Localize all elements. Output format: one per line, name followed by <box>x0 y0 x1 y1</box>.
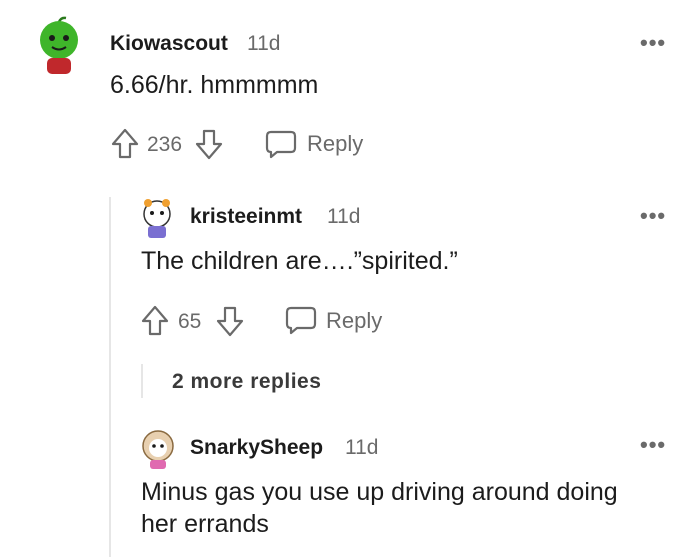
comment-body: her errands <box>141 510 269 538</box>
downvote-icon[interactable] <box>216 305 244 337</box>
comment-body: Minus gas you use up driving around doin… <box>141 478 618 506</box>
thread-line-nested[interactable] <box>141 364 143 398</box>
avatar[interactable] <box>140 428 176 470</box>
comment-timestamp[interactable]: 11d <box>327 205 360 229</box>
reply-button[interactable]: Reply <box>307 131 363 157</box>
reply-icon[interactable] <box>265 129 297 159</box>
thread-line-main[interactable] <box>109 197 111 557</box>
avatar[interactable] <box>37 16 81 76</box>
avatar[interactable] <box>140 197 174 239</box>
downvote-icon[interactable] <box>195 128 223 160</box>
upvote-icon[interactable] <box>111 128 139 160</box>
upvote-icon[interactable] <box>141 305 169 337</box>
comment-body: 6.66/hr. hmmmmm <box>110 71 319 99</box>
more-options-button[interactable]: ••• <box>640 203 666 229</box>
comment-timestamp[interactable]: 11d <box>345 436 378 460</box>
comment-timestamp[interactable]: 11d <box>247 32 280 56</box>
comment-body: The children are….”spirited.” <box>141 247 458 275</box>
comment-username[interactable]: kristeeinmt <box>190 205 302 229</box>
comment-username[interactable]: SnarkySheep <box>190 436 323 460</box>
more-replies-link[interactable]: 2 more replies <box>172 370 321 394</box>
vote-count: 65 <box>178 310 202 333</box>
more-options-button[interactable]: ••• <box>640 30 666 56</box>
reply-icon[interactable] <box>285 305 317 335</box>
vote-count: 236 <box>147 133 183 156</box>
reply-button[interactable]: Reply <box>326 308 382 334</box>
comment-username[interactable]: Kiowascout <box>110 32 228 56</box>
more-options-button[interactable]: ••• <box>640 432 666 458</box>
